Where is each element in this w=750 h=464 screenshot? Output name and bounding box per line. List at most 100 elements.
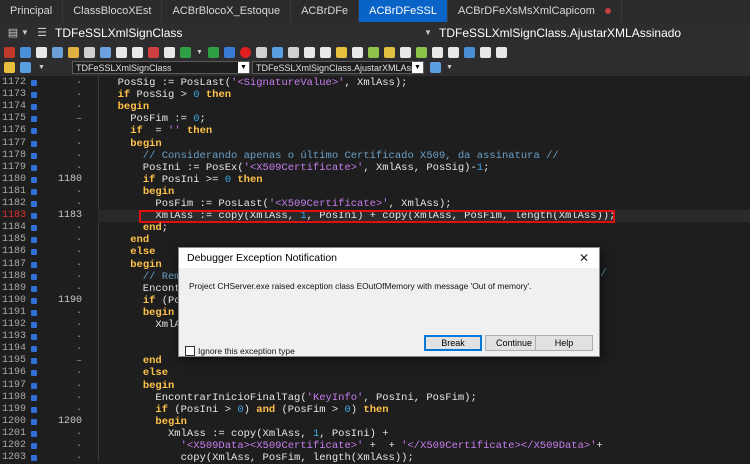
code-line[interactable]: 1177 · begin bbox=[0, 138, 750, 150]
breakpoint-marker-icon[interactable] bbox=[31, 80, 37, 86]
breakpoint-marker-icon[interactable] bbox=[31, 213, 37, 220]
code-line[interactable]: 1183 1183 XmlAss := copy(XmlAss, 1, PosIn… bbox=[0, 210, 750, 224]
run-to-cursor-icon[interactable] bbox=[288, 46, 299, 58]
dropdown-arrow-icon[interactable]: ▼ bbox=[21, 26, 29, 40]
new-file-icon[interactable] bbox=[4, 46, 15, 58]
breakpoint-marker-icon[interactable] bbox=[31, 455, 37, 462]
build-icon[interactable] bbox=[116, 46, 127, 58]
save-icon[interactable] bbox=[36, 46, 47, 58]
code-line[interactable]: 1172 · PosSig := PosLast('<SignatureValue… bbox=[0, 77, 750, 89]
class-browser-icon[interactable]: ▤ bbox=[6, 26, 20, 40]
toggle-icon[interactable] bbox=[164, 46, 175, 58]
tab-principal[interactable]: Principal bbox=[0, 0, 64, 22]
breakpoint-marker-icon[interactable] bbox=[31, 382, 37, 389]
view-options-icon[interactable] bbox=[430, 62, 441, 73]
breakpoint-marker-icon[interactable] bbox=[31, 116, 37, 123]
help-button[interactable]: Help bbox=[535, 335, 593, 351]
project-icon[interactable] bbox=[84, 46, 95, 58]
breakpoint-marker-icon[interactable] bbox=[31, 394, 37, 401]
history-icon[interactable]: ▼ bbox=[36, 62, 47, 73]
stop-icon[interactable] bbox=[240, 46, 251, 58]
code-line[interactable]: 1179 · PosIni := PosEx('<X509Certificate>… bbox=[0, 162, 750, 174]
breakpoint-marker-icon[interactable] bbox=[31, 322, 37, 328]
fpu-icon[interactable] bbox=[496, 46, 507, 58]
code-line[interactable]: 1198 · EncontrarInicioFinalTag('KeyInfo',… bbox=[0, 392, 750, 404]
breakpoint-marker-icon[interactable] bbox=[31, 201, 37, 207]
module-icon[interactable] bbox=[132, 46, 143, 58]
breakpoint-marker-icon[interactable] bbox=[31, 285, 37, 292]
breakpoint-marker-icon[interactable] bbox=[31, 370, 37, 377]
inspect-icon[interactable] bbox=[368, 46, 379, 58]
code-line[interactable]: 1178 · // Considerando apenas o último Ce… bbox=[0, 150, 750, 162]
breakpoint-icon[interactable] bbox=[384, 46, 395, 58]
breakpoint-marker-icon[interactable] bbox=[31, 128, 37, 135]
breakpoint-marker-icon[interactable] bbox=[31, 430, 37, 437]
code-line[interactable]: 1201 · XmlAss := copy(XmlAss, 1, PosIni) … bbox=[0, 428, 750, 440]
code-line[interactable]: 1195 – end bbox=[0, 355, 750, 367]
local-vars-icon[interactable] bbox=[400, 46, 411, 58]
code-line[interactable]: 1196 · else bbox=[0, 367, 750, 379]
save-all-icon[interactable] bbox=[52, 46, 63, 58]
run-without-debug-icon[interactable] bbox=[208, 46, 219, 58]
code-line[interactable]: 1176 · if = '' then bbox=[0, 125, 750, 137]
method-combo[interactable]: TDFeSSLXmlSignClass.AjustarXMLAssinado ▼ bbox=[252, 61, 424, 74]
breakpoint-marker-icon[interactable] bbox=[31, 152, 37, 159]
breakpoint-marker-icon[interactable] bbox=[31, 443, 37, 449]
breakpoint-marker-icon[interactable] bbox=[31, 188, 37, 195]
breakpoint-marker-icon[interactable] bbox=[31, 261, 37, 268]
breakpoint-marker-icon[interactable] bbox=[31, 249, 37, 256]
code-line[interactable]: 1173 · if PosSig > 0 then bbox=[0, 89, 750, 101]
form-icon[interactable] bbox=[148, 46, 159, 58]
cpu-view-icon[interactable] bbox=[480, 46, 491, 58]
threads-icon[interactable] bbox=[432, 46, 443, 58]
pause-icon[interactable] bbox=[224, 46, 235, 58]
breakpoint-marker-icon[interactable] bbox=[31, 92, 37, 99]
list-icon[interactable]: ☰ bbox=[35, 26, 49, 40]
bookmark-icon[interactable] bbox=[320, 46, 331, 58]
code-line[interactable]: 1199 · if (PosIni > 0) and (PosFim > 0) t… bbox=[0, 404, 750, 416]
close-icon[interactable]: ✕ bbox=[577, 248, 591, 268]
code-line[interactable]: 1174 · begin bbox=[0, 101, 750, 113]
show-execution-point-icon[interactable] bbox=[304, 46, 315, 58]
breakpoint-marker-icon[interactable] bbox=[31, 225, 37, 232]
tab-classblocoxest[interactable]: ClassBlocoXEst bbox=[63, 0, 163, 22]
breakpoint-marker-icon[interactable] bbox=[31, 176, 37, 183]
ignore-exception-checkbox[interactable]: Ignore this exception type bbox=[185, 346, 295, 356]
tab-acbrdfe[interactable]: ACBrDFe bbox=[291, 0, 360, 22]
method-dropdown-icon[interactable]: ▼ bbox=[421, 26, 435, 40]
code-line[interactable]: 1185 · end bbox=[0, 234, 750, 246]
code-line[interactable]: 1182 · PosFim := PosLast('<X509Certificat… bbox=[0, 198, 750, 210]
code-line[interactable]: 1202 · '<X509Data><X509Certificate>' + + … bbox=[0, 440, 750, 452]
breakpoint-marker-icon[interactable] bbox=[31, 334, 37, 341]
breakpoint-marker-icon[interactable] bbox=[31, 164, 37, 171]
event-log-icon[interactable] bbox=[448, 46, 459, 58]
code-line[interactable]: 1181 · begin bbox=[0, 186, 750, 198]
checkbox-box[interactable] bbox=[185, 346, 195, 356]
tab-acbrblocox-estoque[interactable]: ACBrBlocoX_Estoque bbox=[162, 0, 292, 22]
tab-acbrdfexsmsxmlcapicom[interactable]: ACBrDFeXsMsXmlCapicom bbox=[448, 0, 622, 22]
code-line[interactable]: 1203 · copy(XmlAss, PosFim, length(XmlAss… bbox=[0, 452, 750, 464]
open-file-icon[interactable] bbox=[20, 46, 31, 58]
compile-icon[interactable] bbox=[100, 46, 111, 58]
code-line[interactable]: 1197 · begin bbox=[0, 380, 750, 392]
breakpoint-marker-icon[interactable] bbox=[31, 346, 37, 353]
breakpoint-marker-icon[interactable] bbox=[31, 406, 37, 413]
view-options-dropdown-icon[interactable]: ▼ bbox=[444, 62, 455, 73]
breakpoint-marker-icon[interactable] bbox=[31, 104, 37, 111]
breakpoint-marker-icon[interactable] bbox=[31, 140, 37, 147]
code-line[interactable]: 1200 1200 begin bbox=[0, 416, 750, 428]
breakpoint-marker-icon[interactable] bbox=[31, 309, 37, 316]
watch-icon[interactable] bbox=[336, 46, 347, 58]
folder-icon[interactable] bbox=[68, 46, 79, 58]
code-line[interactable]: 1180 1180 if PosIni >= 0 then bbox=[0, 174, 750, 186]
modules-icon[interactable] bbox=[464, 46, 475, 58]
breakpoint-marker-icon[interactable] bbox=[31, 237, 37, 244]
breakpoint-marker-icon[interactable] bbox=[31, 418, 37, 425]
breakpoint-marker-icon[interactable] bbox=[31, 273, 37, 280]
breakpoint-marker-icon[interactable] bbox=[31, 358, 37, 365]
run-icon[interactable] bbox=[180, 46, 191, 58]
code-line[interactable]: 1184 · end; bbox=[0, 222, 750, 234]
trace-into-icon[interactable] bbox=[256, 46, 267, 58]
tab-acbrdfessl[interactable]: ACBrDFeSSL bbox=[359, 0, 448, 22]
code-line[interactable]: 1175 – PosFim := 0; bbox=[0, 113, 750, 125]
